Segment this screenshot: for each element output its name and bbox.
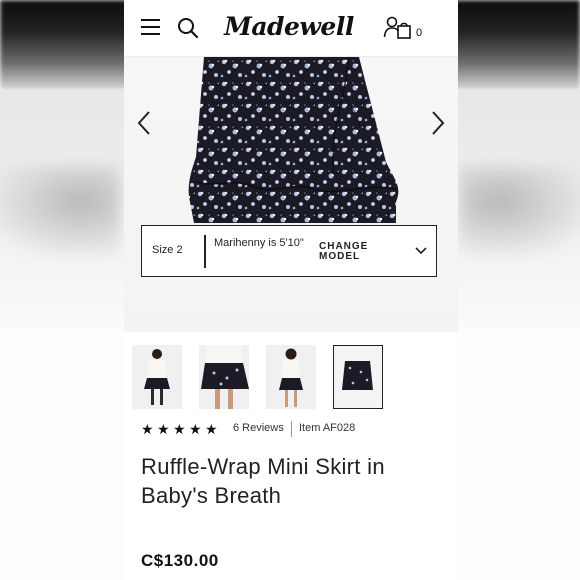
model-size-label: Size 2 [152,244,183,256]
change-model-button[interactable]: CHANGE MODEL [319,242,389,262]
thumbnail-strip [132,345,452,411]
star-icon: ★ [173,421,186,437]
cart-count[interactable]: 0 [416,27,422,39]
star-icon: ★ [141,421,154,437]
product-page: Madewell 0 Size 2 Marihenny is 5'10" CHA… [124,0,458,580]
brand-logo[interactable]: Madewell [224,10,354,44]
thumbnail-front[interactable] [132,345,182,409]
chevron-down-icon[interactable] [415,246,427,256]
thumbnail-flatlay[interactable] [333,345,383,409]
menu-icon[interactable] [141,19,160,35]
product-price: C$130.00 [141,551,219,570]
star-icon: ★ [189,421,202,437]
product-title: Ruffle-Wrap Mini Skirt in Baby's Breath [141,454,385,508]
rating-row: ★ ★ ★ ★ ★ 6 Reviews Item AF028 [141,421,451,439]
model-size-selector[interactable]: Size 2 Marihenny is 5'10" CHANGE MODEL [141,225,437,277]
star-icon: ★ [205,421,218,437]
model-height-text: Marihenny is 5'10" [214,237,304,249]
chevron-right-icon[interactable] [428,109,448,137]
top-navigation-bar: Madewell 0 [124,0,458,57]
search-icon[interactable] [177,17,199,39]
divider [291,421,292,437]
thumbnail-back[interactable] [266,345,316,409]
divider [204,235,206,268]
product-image[interactable]: Size 2 Marihenny is 5'10" CHANGE MODEL [124,57,458,332]
skirt-image [188,57,399,223]
item-number: Item AF028 [299,422,356,434]
chevron-left-icon[interactable] [134,109,154,137]
star-icon: ★ [157,421,170,437]
reviews-link[interactable]: 6 Reviews [233,422,284,434]
account-bag-icon[interactable] [383,16,413,40]
thumbnail-detail[interactable] [199,345,249,409]
